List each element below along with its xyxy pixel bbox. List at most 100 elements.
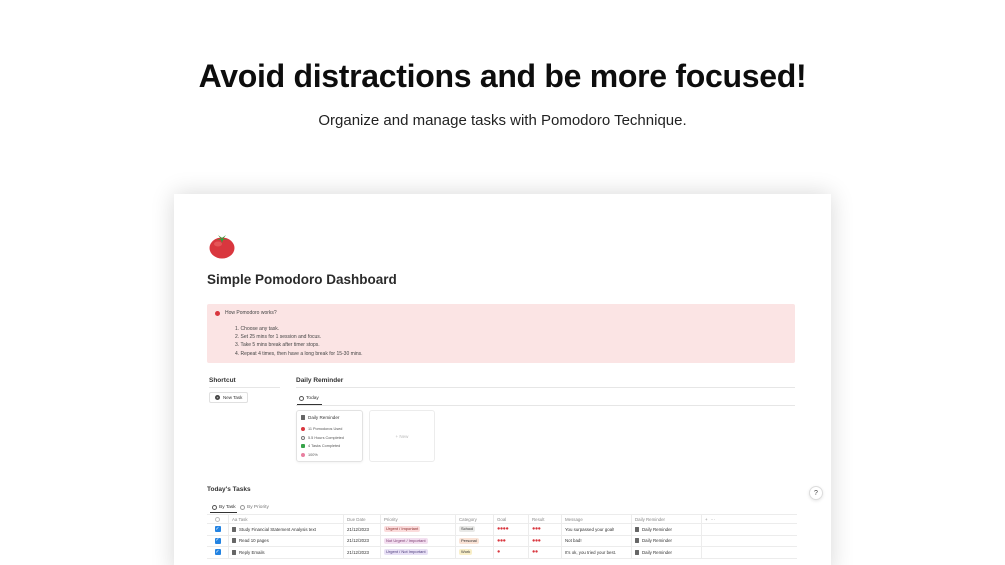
tomato-icon xyxy=(209,235,235,259)
col-task[interactable]: Aa Task xyxy=(229,515,344,523)
reminder-cell: Daily Reminder xyxy=(632,535,702,546)
checkbox[interactable]: ✓ xyxy=(214,537,221,544)
clock-icon xyxy=(299,396,304,401)
steps-list: 1. Choose any task. 2. Set 25 mins for 1… xyxy=(235,325,787,358)
category-cell: Work xyxy=(456,547,494,558)
clock-icon xyxy=(301,435,305,440)
plus-icon: + xyxy=(215,394,220,400)
shortcut-heading: Shortcut xyxy=(209,377,236,384)
tab-label: By Task xyxy=(219,505,236,510)
step-item: 2. Set 25 mins for 1 session and focus. xyxy=(235,334,322,341)
step-item: 4. Repeat 4 times, then have a long brea… xyxy=(235,350,363,357)
pomodoro-callout: How Pomodoro works? 1. Choose any task. … xyxy=(207,304,795,363)
task-cell: Read 10 pages xyxy=(229,535,344,546)
tab-by-task[interactable]: By Task xyxy=(212,505,236,510)
card-row: 11 Pomodoros Used xyxy=(308,427,343,432)
reminder-link[interactable]: Daily Reminder xyxy=(642,550,672,555)
select-icon xyxy=(215,516,220,522)
tab-today[interactable]: Today xyxy=(299,396,319,401)
clock-icon xyxy=(212,505,217,510)
col-due-date[interactable]: Due Date xyxy=(344,515,381,523)
calendar-icon xyxy=(635,538,639,544)
header-actions: + ··· xyxy=(702,515,797,523)
priority-tag: Urgent / Important xyxy=(384,526,421,533)
hero-title: Avoid distractions and be more focused! xyxy=(198,58,807,94)
due-date: 21/12/2023 xyxy=(344,547,381,558)
priority-tag: Urgent / Not Important xyxy=(384,549,428,556)
col-message[interactable]: Message xyxy=(562,515,632,523)
divider xyxy=(296,405,795,406)
add-column-button[interactable]: + xyxy=(705,517,708,522)
daily-reminder-card[interactable]: Daily Reminder 11 Pomodoros Used 5.5 Hou… xyxy=(296,410,363,462)
col-daily-reminder[interactable]: Daily Reminder xyxy=(632,515,702,523)
col-category[interactable]: Category xyxy=(456,515,494,523)
calendar-icon xyxy=(301,415,305,420)
row-checkbox-cell: ✓ xyxy=(207,524,229,535)
card-row: 4 Tasks Completed xyxy=(308,444,341,449)
page-icon xyxy=(232,526,236,532)
task-cell: Reply Emails xyxy=(229,547,344,558)
reminder-cell: Daily Reminder xyxy=(632,547,702,558)
table-row[interactable]: ✓ Study Financial Statement Analysis tex… xyxy=(207,524,797,536)
priority-cell: Urgent / Not Important xyxy=(381,547,456,558)
step-item: 1. Choose any task. xyxy=(235,326,280,332)
task-name[interactable]: Study Financial Statement Analysis text xyxy=(239,527,316,532)
reminder-cell: Daily Reminder xyxy=(632,524,702,535)
col-priority[interactable]: Priority xyxy=(381,515,456,523)
header-select xyxy=(207,515,229,523)
notion-window: Simple Pomodoro Dashboard How Pomodoro w… xyxy=(174,194,831,565)
category-tag: School xyxy=(459,526,476,533)
col-goal[interactable]: Goal xyxy=(494,515,529,523)
percent-icon xyxy=(301,453,305,458)
priority-cell: Not Urgent / Important xyxy=(381,535,456,546)
new-task-label: New Task xyxy=(223,395,243,400)
reminder-link[interactable]: Daily Reminder xyxy=(642,527,672,532)
step-item: 3. Take 5 mins break after timer stops. xyxy=(235,342,320,349)
hero-subtitle: Organize and manage tasks with Pomodoro … xyxy=(318,112,687,129)
result-rating: ●●● xyxy=(529,524,562,535)
due-date: 21/12/2023 xyxy=(344,524,381,535)
daily-reminder-heading: Daily Reminder xyxy=(296,377,344,384)
priority-cell: Urgent / Important xyxy=(381,524,456,535)
tab-label: By Priority xyxy=(247,505,269,510)
checkbox[interactable]: ✓ xyxy=(214,526,221,533)
col-result[interactable]: Result xyxy=(529,515,562,523)
category-tag: Personal xyxy=(459,537,479,544)
divider xyxy=(209,387,280,388)
check-icon xyxy=(301,444,305,449)
tomato-icon xyxy=(301,427,305,432)
message: You surpassed your goal! xyxy=(562,524,632,535)
new-card-button[interactable]: + New xyxy=(369,410,435,462)
task-name[interactable]: Reply Emails xyxy=(239,550,265,555)
calendar-icon xyxy=(635,549,639,555)
empty-cell xyxy=(702,547,797,558)
category-cell: Personal xyxy=(456,535,494,546)
todays-tasks-heading: Today's Tasks xyxy=(207,486,251,493)
table-row[interactable]: ✓ Reply Emails 21/12/2023 Urgent / Not I… xyxy=(207,547,797,559)
category-cell: School xyxy=(456,524,494,535)
tomato-icon xyxy=(215,310,220,316)
divider xyxy=(296,387,795,388)
help-button[interactable]: ? xyxy=(809,486,823,500)
page-title: Simple Pomodoro Dashboard xyxy=(207,272,397,287)
table-row[interactable]: ✓ Read 10 pages 21/12/2023 Not Urgent / … xyxy=(207,535,797,547)
card-row: 100% xyxy=(308,453,318,458)
task-name[interactable]: Read 10 pages xyxy=(239,538,269,543)
goal-rating: ●●●● xyxy=(494,524,529,535)
tab-by-priority[interactable]: By Priority xyxy=(240,505,269,510)
more-options-button[interactable]: ··· xyxy=(711,517,715,522)
message: It's ok, you tried your best. xyxy=(562,547,632,558)
result-rating: ●● xyxy=(529,547,562,558)
tasks-table: Aa Task Due Date Priority Category Goal … xyxy=(207,514,797,559)
goal-rating: ● xyxy=(494,547,529,558)
message: Not bad! xyxy=(562,535,632,546)
card-title: Daily Reminder xyxy=(308,415,340,420)
calendar-icon xyxy=(635,526,639,532)
reminder-link[interactable]: Daily Reminder xyxy=(642,538,672,543)
task-cell: Study Financial Statement Analysis text xyxy=(229,524,344,535)
checkbox[interactable]: ✓ xyxy=(214,549,221,556)
card-row: 5.5 Hours Completed xyxy=(308,435,344,440)
category-tag: Work xyxy=(459,549,473,556)
new-task-button[interactable]: + New Task xyxy=(209,392,249,403)
empty-cell xyxy=(702,524,797,535)
